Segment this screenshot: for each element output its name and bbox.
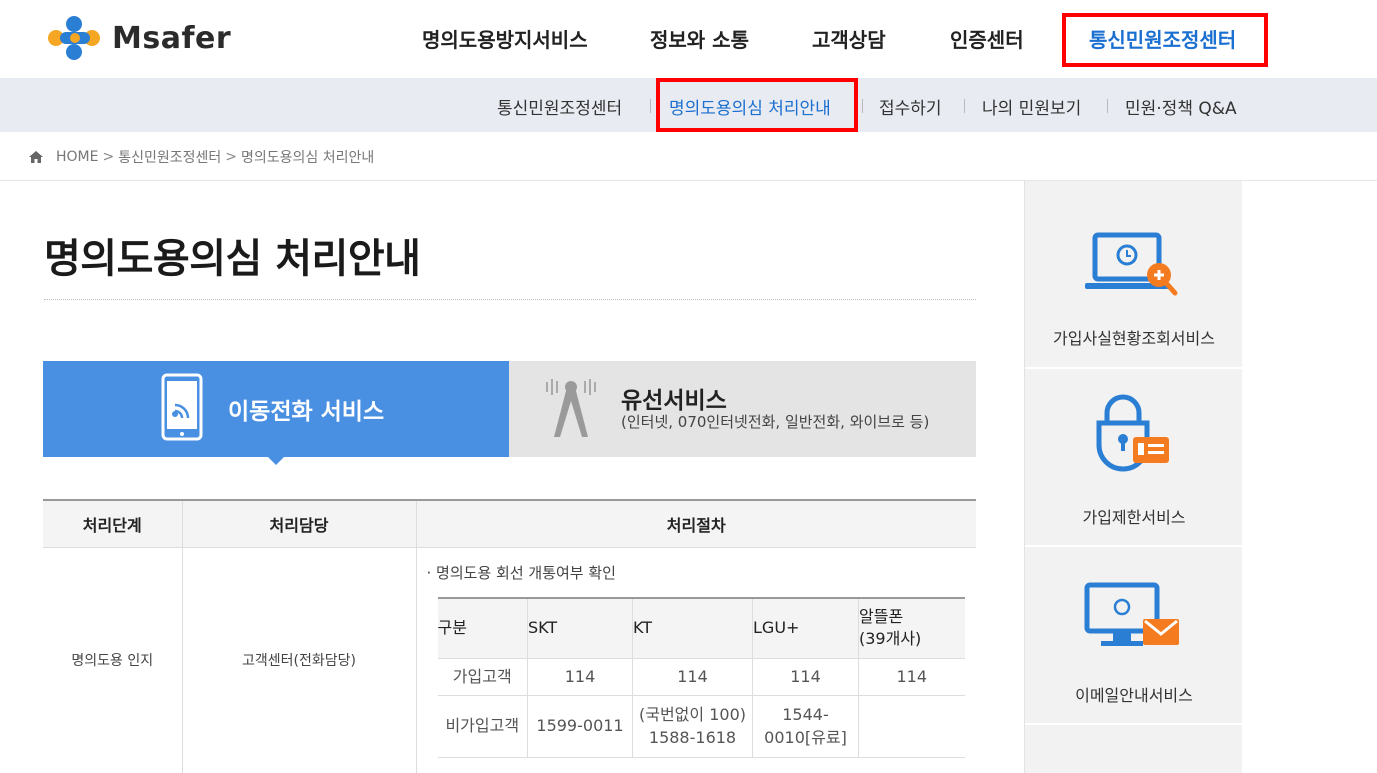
side-item-label: 가입제한서비스 xyxy=(1082,508,1186,527)
side-panel: 가입사실현황조회서비스 가입제한서비스 이메일안내서비스 xyxy=(1024,181,1243,773)
breadcrumb-center[interactable]: 통신민원조정센터 xyxy=(118,147,221,167)
laptop-search-icon xyxy=(1085,232,1178,296)
contact-cell: 가입고객 xyxy=(437,658,528,696)
contact-cell: 114 xyxy=(858,658,965,696)
chevron-right-icon: > xyxy=(102,149,115,165)
table-row: 비가입고객 1599-0011 (국번없이 100) 1588-1618 154… xyxy=(437,695,965,758)
tab-mobile-service[interactable]: 이동전화 서비스 xyxy=(43,361,509,465)
contact-header-line: (39개사) xyxy=(859,629,922,649)
contact-cell: 114 xyxy=(632,658,753,696)
cell-stage: 명의도용 인지 xyxy=(71,653,154,670)
side-item-label: 이메일안내서비스 xyxy=(1075,686,1193,705)
cell-procedure: · 명의도용 회선 개통여부 확인 구분 SKT KT LGU+ 알뜰폰 (39… xyxy=(415,547,976,773)
contact-table: 구분 SKT KT LGU+ 알뜰폰 (39개사) 가입고객 114 114 1… xyxy=(437,596,965,758)
side-item-label: 가입사실현황조회서비스 xyxy=(1053,329,1215,348)
highlight-box-nav xyxy=(1062,13,1268,67)
site-header: Msafer 명의도용방지서비스 정보와 소통 고객상담 인증센터 통신민원조정… xyxy=(0,0,1377,78)
contact-header: KT xyxy=(632,597,753,659)
contact-cell: 1599-0011 xyxy=(527,695,633,758)
side-item-subscription-block[interactable]: 가입제한서비스 xyxy=(1025,369,1243,555)
process-table: 처리단계 처리담당 처리절차 명의도용 인지 고객센터(전화담당) · 명의도용… xyxy=(43,499,976,773)
contact-header: SKT xyxy=(527,597,633,659)
subnav-item-center[interactable]: 통신민원조정센터 xyxy=(497,94,622,119)
tab-wired-label: 유선서비스 xyxy=(621,388,727,414)
contact-cell: 1544- 0010[유료] xyxy=(752,695,859,758)
breadcrumb: HOME > 통신민원조정센터 > 명의도용의심 처리안내 xyxy=(28,147,374,167)
subnav-item-submit[interactable]: 접수하기 xyxy=(879,94,942,119)
contact-line: 1588-1618 xyxy=(648,727,737,747)
subnav-divider xyxy=(1107,99,1108,113)
procedure-bullet: · 명의도용 회선 개통여부 확인 xyxy=(427,562,967,583)
subnav-item-my-complaints[interactable]: 나의 민원보기 xyxy=(982,94,1081,119)
subnav-divider xyxy=(862,99,863,113)
title-divider xyxy=(44,299,976,300)
contact-line: 1544- xyxy=(782,705,829,725)
contact-header: LGU+ xyxy=(752,597,859,659)
tab-mobile-label: 이동전화 서비스 xyxy=(228,399,385,425)
tab-wired-service[interactable]: 유선서비스 (인터넷, 070인터넷전화, 일반전화, 와이브로 등) xyxy=(509,361,976,457)
antenna-tower-icon xyxy=(546,379,596,437)
contact-cell xyxy=(858,695,965,758)
monitor-mail-icon xyxy=(1084,582,1179,646)
nav-item-identity-protection[interactable]: 명의도용방지서비스 xyxy=(422,24,588,53)
subnav-divider xyxy=(964,99,965,113)
subnav-divider xyxy=(650,99,651,113)
cell-owner: 고객센터(전화담당) xyxy=(181,547,416,773)
table-header: 처리절차 xyxy=(415,500,976,548)
breadcrumb-home[interactable]: HOME xyxy=(56,149,98,165)
contact-header-line: 알뜰폰 xyxy=(859,606,904,626)
bullet-dot: · xyxy=(426,563,437,582)
contact-cell: 114 xyxy=(527,658,633,696)
table-row: 명의도용 인지 고객센터(전화담당) · 명의도용 회선 개통여부 확인 구분 … xyxy=(43,547,976,773)
smartphone-icon xyxy=(161,373,203,441)
side-item-subscription-check[interactable]: 가입사실현황조회서비스 xyxy=(1025,181,1243,367)
contact-cell: (국번없이 100) 1588-1618 xyxy=(632,695,753,758)
side-item-email-notice[interactable]: 이메일안내서비스 xyxy=(1025,547,1243,733)
nav-item-info[interactable]: 정보와 소통 xyxy=(650,24,749,53)
contact-line: 0010[유료] xyxy=(764,727,847,747)
contact-cell: 114 xyxy=(752,658,859,696)
subnav-item-qna[interactable]: 민원·정책 Q&A xyxy=(1125,94,1237,119)
contact-header: 알뜰폰 (39개사) xyxy=(858,597,965,659)
table-row: 가입고객 114 114 114 114 xyxy=(437,658,965,696)
highlight-box-subnav xyxy=(656,78,858,132)
nav-item-certification[interactable]: 인증센터 xyxy=(950,24,1024,53)
table-header: 처리담당 xyxy=(181,500,416,548)
contact-header: 구분 xyxy=(437,597,528,659)
home-icon[interactable] xyxy=(28,150,44,164)
active-tab-pointer xyxy=(268,457,284,465)
procedure-text: 명의도용 회선 개통여부 확인 xyxy=(436,563,616,582)
contact-line: (국번없이 100) xyxy=(639,705,746,725)
tab-wired-sublabel: (인터넷, 070인터넷전화, 일반전화, 와이브로 등) xyxy=(621,413,930,431)
breadcrumb-current: 명의도용의심 처리안내 xyxy=(241,150,375,166)
chevron-right-icon: > xyxy=(225,149,237,165)
page-title: 명의도용의심 처리안내 xyxy=(44,236,421,282)
lock-id-icon xyxy=(1096,394,1169,472)
divider xyxy=(1025,723,1243,725)
nav-item-customer-service[interactable]: 고객상담 xyxy=(812,24,886,53)
table-header: 처리단계 xyxy=(43,500,182,548)
contact-cell: 비가입고객 xyxy=(437,695,528,758)
